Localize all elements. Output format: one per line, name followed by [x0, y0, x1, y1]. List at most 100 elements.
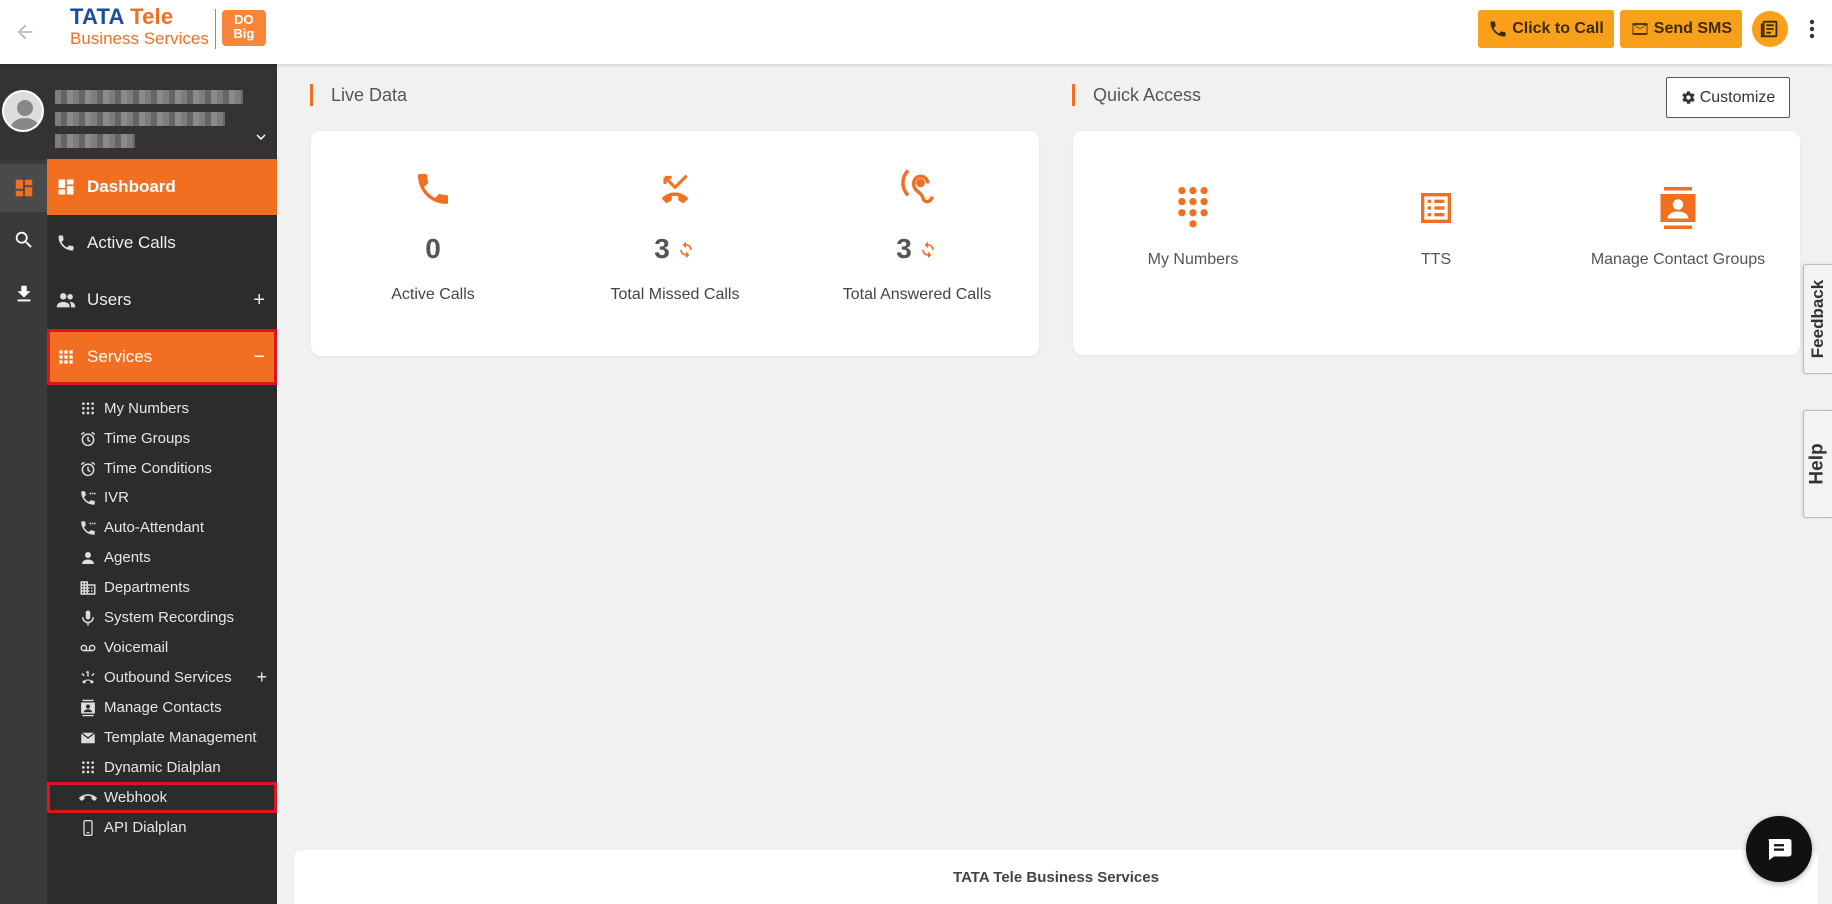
- notebook-button[interactable]: [1752, 11, 1788, 47]
- nav-dashboard-label: Dashboard: [87, 177, 176, 196]
- dialpad-icon: [79, 759, 97, 777]
- services-item-label: Auto-Attendant: [104, 519, 205, 536]
- phone-menu-icon: [79, 519, 97, 537]
- services-item-dynamic-dialplan[interactable]: Dynamic Dialplan: [47, 752, 277, 783]
- send-sms-button[interactable]: Send SMS: [1619, 10, 1742, 48]
- logo-tele: Tele: [130, 4, 174, 29]
- services-item-label: Webhook: [104, 789, 168, 806]
- services-item-webhook[interactable]: Webhook: [47, 782, 277, 813]
- services-item-auto-attendant[interactable]: Auto-Attendant: [47, 512, 277, 543]
- services-item-label: Time Conditions: [104, 460, 212, 477]
- mobile-icon: [79, 819, 97, 837]
- arrow-left-icon: [17, 24, 33, 40]
- quick-access-title: Quick Access: [1072, 84, 1201, 106]
- feedback-label: Feedback: [1808, 279, 1827, 359]
- quick-access-my-numbers[interactable]: My Numbers: [1073, 183, 1313, 269]
- services-item-api-dialplan[interactable]: API Dialplan: [47, 812, 277, 843]
- top-actions: Click to Call Send SMS: [1478, 10, 1832, 48]
- services-item-label: Dynamic Dialplan: [104, 759, 221, 776]
- services-item-ivr[interactable]: IVR: [47, 482, 277, 513]
- stat-value: 0: [425, 233, 441, 264]
- nav-active-calls-label: Active Calls: [87, 233, 176, 252]
- services-item-my-numbers[interactable]: My Numbers: [47, 393, 277, 424]
- refresh-icon[interactable]: [676, 239, 696, 259]
- phone-icon: [418, 174, 448, 204]
- rail-dashboard[interactable]: [0, 164, 47, 212]
- refresh-icon[interactable]: [918, 239, 938, 259]
- services-item-agents[interactable]: Agents: [47, 542, 277, 573]
- quick-access-tts[interactable]: TTS: [1316, 183, 1556, 269]
- back-button[interactable]: [10, 17, 40, 47]
- services-item-voicemail[interactable]: Voicemail: [47, 632, 277, 663]
- dialpad-icon: [1178, 186, 1208, 228]
- profile-expand-button[interactable]: [252, 128, 270, 146]
- help-tab[interactable]: Help: [1803, 410, 1832, 518]
- logo-badge: DO Big: [221, 10, 266, 46]
- stat-label: Total Answered Calls: [842, 286, 992, 303]
- company-logo: TATA Tele Business Services DO Big: [70, 6, 266, 56]
- nav-users[interactable]: Users +: [47, 272, 277, 328]
- services-item-label: My Numbers: [104, 400, 190, 417]
- redacted-id: [55, 134, 135, 148]
- stat-label: Active Calls: [391, 286, 475, 303]
- rail-search[interactable]: [0, 216, 47, 264]
- hangup-icon: [79, 789, 97, 807]
- nav-services[interactable]: Services −: [47, 329, 277, 385]
- nav-active-calls[interactable]: Active Calls: [47, 215, 277, 271]
- services-item-label: API Dialplan: [104, 819, 187, 836]
- services-item-label: Voicemail: [104, 639, 169, 656]
- voicemail-icon: [79, 639, 97, 657]
- help-label: Help: [1807, 443, 1828, 485]
- notebook-icon: [1760, 20, 1778, 38]
- services-item-label: Outbound Services: [104, 669, 232, 686]
- stat-label: Total Missed Calls: [610, 286, 740, 303]
- phone-icon: [1490, 21, 1506, 37]
- services-item-outbound-services[interactable]: Outbound Services +: [47, 662, 277, 693]
- services-item-template-management[interactable]: Template Management: [47, 722, 277, 753]
- outbound-icon: [79, 669, 97, 687]
- services-item-label: Time Groups: [104, 430, 191, 447]
- services-item-time-conditions[interactable]: Time Conditions: [47, 453, 277, 484]
- quick-access-contact-groups[interactable]: Manage Contact Groups: [1558, 183, 1798, 269]
- quick-access-card: My Numbers TTS Manage Contact Groups: [1073, 131, 1800, 355]
- gear-icon: [1682, 91, 1695, 104]
- services-item-departments[interactable]: Departments: [47, 572, 277, 603]
- expand-users-icon[interactable]: +: [253, 289, 265, 312]
- more-vertical-icon: [1809, 19, 1815, 39]
- services-item-label: IVR: [104, 489, 130, 506]
- services-item-time-groups[interactable]: Time Groups: [47, 423, 277, 454]
- expand-outbound-icon[interactable]: +: [256, 667, 267, 688]
- services-item-label: Manage Contacts: [104, 699, 222, 716]
- services-item-label: Departments: [104, 579, 190, 596]
- search-icon: [15, 231, 32, 248]
- rail-download[interactable]: [0, 270, 47, 318]
- users-icon: [56, 293, 76, 308]
- redacted-name: [55, 90, 243, 104]
- more-options-button[interactable]: [1798, 10, 1826, 48]
- top-bar: TATA Tele Business Services DO Big Click…: [0, 0, 1832, 64]
- services-item-system-recordings[interactable]: System Recordings: [47, 602, 277, 633]
- quick-access-label: Manage Contact Groups: [1590, 251, 1766, 268]
- user-profile: [0, 64, 277, 160]
- nav-users-label: Users: [87, 290, 132, 309]
- download-icon: [17, 285, 30, 302]
- contacts-icon: [1660, 187, 1696, 229]
- services-item-manage-contacts[interactable]: Manage Contacts: [47, 692, 277, 723]
- chat-button[interactable]: [1746, 816, 1812, 882]
- logo-tata: TATA: [70, 4, 124, 29]
- nav-dashboard[interactable]: Dashboard: [47, 159, 277, 215]
- click-to-call-button[interactable]: Click to Call: [1478, 10, 1614, 48]
- customize-button[interactable]: Customize: [1666, 77, 1790, 118]
- feedback-tab[interactable]: Feedback: [1803, 264, 1832, 374]
- collapse-services-icon[interactable]: −: [253, 346, 265, 369]
- dialpad-icon: [79, 400, 97, 418]
- dashboard-icon: [15, 179, 32, 197]
- logo-divider: [214, 9, 216, 49]
- stat-active-calls: 0 Active Calls: [313, 164, 553, 304]
- dashboard-icon: [58, 179, 74, 195]
- stat-value: 3: [896, 233, 912, 264]
- missed-call-icon: [661, 174, 689, 204]
- alarm-icon: [79, 460, 97, 478]
- building-icon: [79, 579, 97, 597]
- send-sms-label: Send SMS: [1653, 20, 1732, 37]
